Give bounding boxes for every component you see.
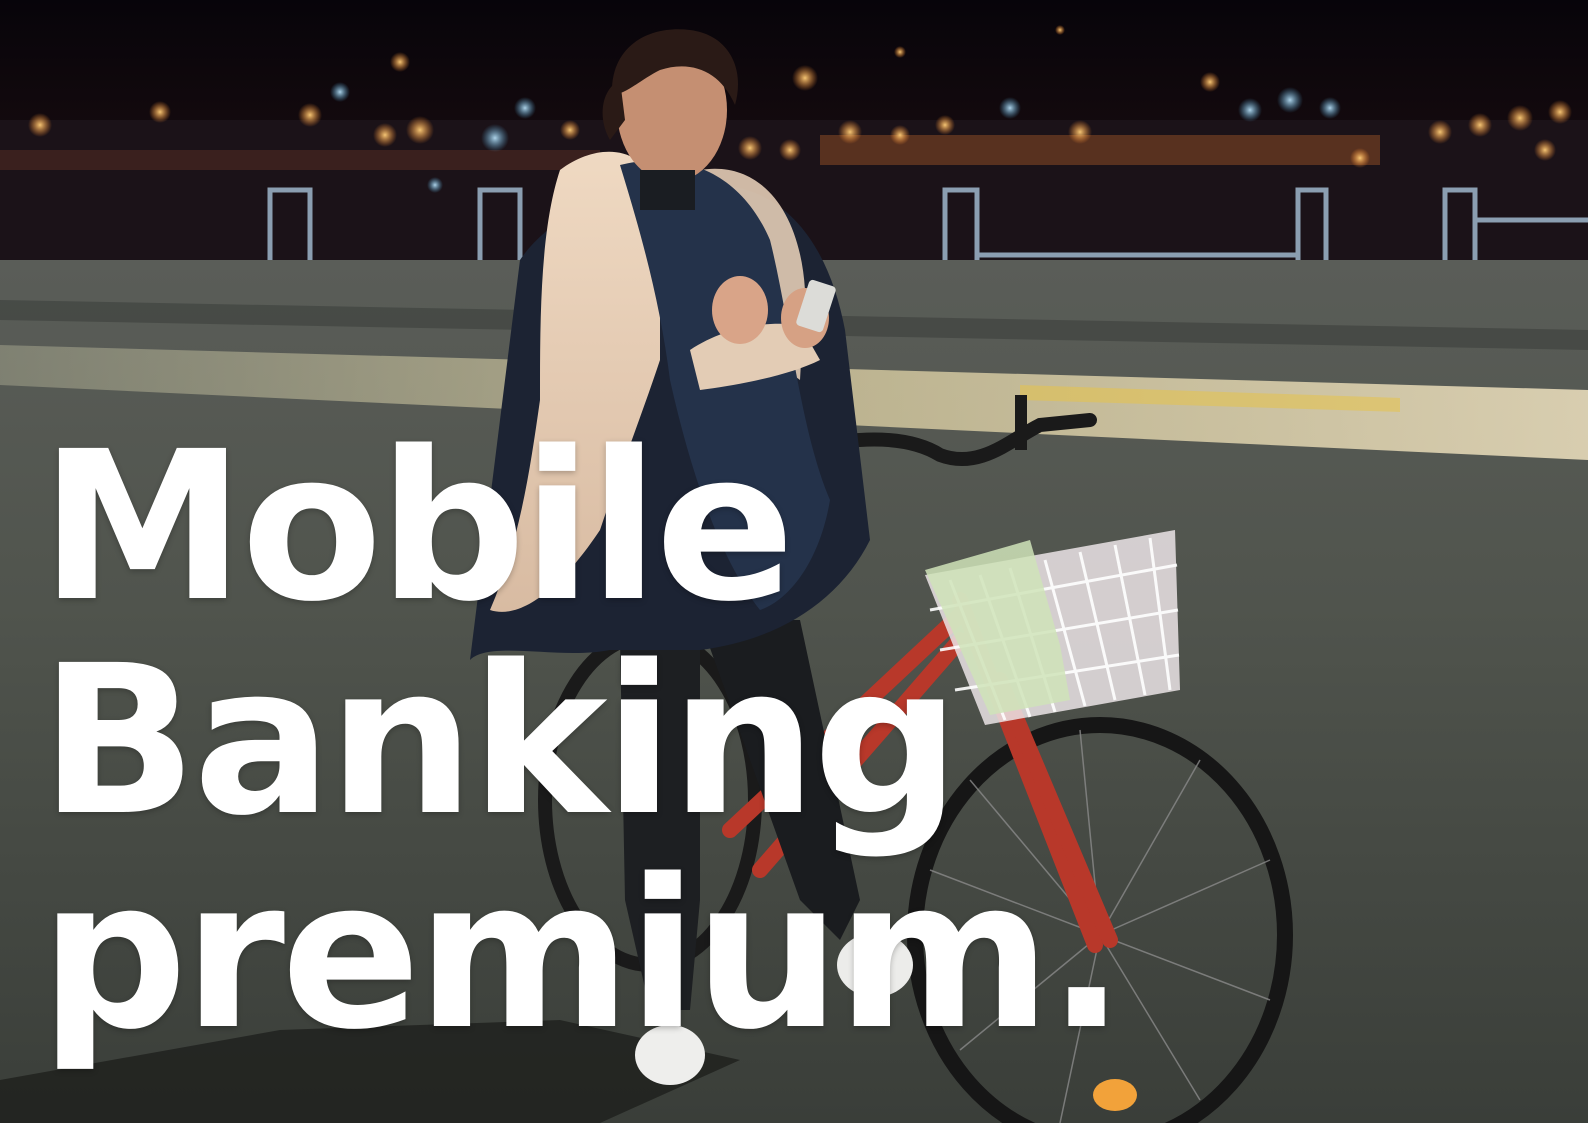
headline-line-2: Banking (40, 621, 960, 861)
headline-line-1: Mobile (40, 407, 795, 647)
headline-line-3: premium. (40, 835, 1126, 1075)
headline: Mobile Banking premium. (40, 420, 1140, 1062)
hero-photo: Mobile Banking premium. (0, 0, 1588, 1123)
